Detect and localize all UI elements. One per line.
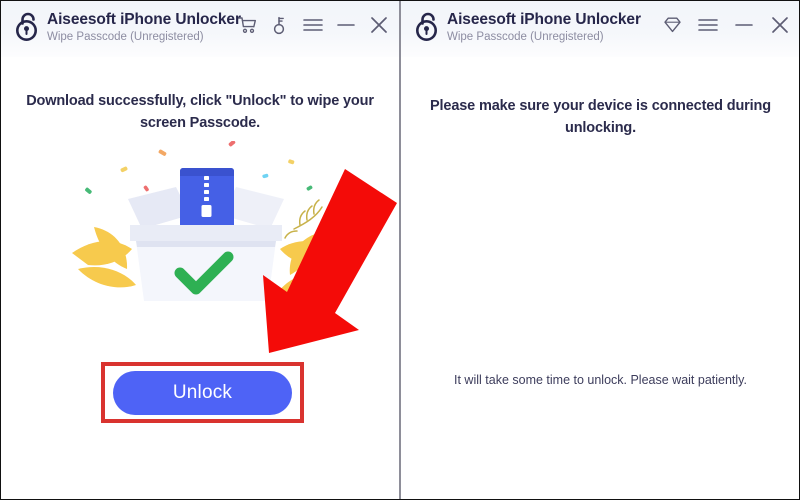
menu-icon[interactable]	[698, 15, 718, 35]
right-headline: Please make sure your device is connecte…	[430, 98, 771, 136]
close-icon[interactable]	[369, 15, 389, 35]
cart-icon[interactable]	[237, 15, 257, 35]
app-subtitle-right: Wipe Passcode (Unregistered)	[447, 31, 604, 43]
left-titlebar-controls	[237, 9, 389, 35]
close-icon[interactable]	[770, 15, 790, 35]
minimize-icon[interactable]	[734, 15, 754, 35]
app-title-block: Aiseesoft iPhone Unlocker Wipe Passcode …	[47, 9, 241, 45]
app-title-block-right: Aiseesoft iPhone Unlocker Wipe Passcode …	[447, 9, 662, 45]
right-window-panel: Aiseesoft iPhone Unlocker Wipe Passcode …	[401, 1, 799, 499]
app-title: Aiseesoft iPhone Unlocker	[47, 11, 241, 28]
diamond-icon[interactable]	[662, 15, 682, 35]
key-icon[interactable]	[270, 15, 290, 35]
left-headline: Download successfully, click "Unlock" to…	[26, 93, 374, 131]
unlock-button[interactable]: Unlock	[113, 371, 292, 415]
screenshot-root: Aiseesoft iPhone Unlocker Wipe Passcode …	[0, 0, 800, 500]
app-title-right: Aiseesoft iPhone Unlocker	[447, 11, 641, 28]
app-subtitle: Wipe Passcode (Unregistered)	[47, 31, 204, 43]
app-logo	[11, 9, 45, 47]
left-window-panel: Aiseesoft iPhone Unlocker Wipe Passcode …	[1, 1, 399, 499]
panel-divider	[399, 1, 401, 499]
app-logo-right	[411, 9, 445, 47]
menu-icon[interactable]	[303, 15, 323, 35]
right-titlebar: Aiseesoft iPhone Unlocker Wipe Passcode …	[401, 1, 799, 57]
right-footer-note: It will take some time to unlock. Please…	[454, 373, 747, 387]
open-box-illustration	[56, 141, 356, 311]
left-titlebar: Aiseesoft iPhone Unlocker Wipe Passcode …	[1, 1, 399, 57]
minimize-icon[interactable]	[336, 15, 356, 35]
right-titlebar-controls	[662, 9, 790, 35]
